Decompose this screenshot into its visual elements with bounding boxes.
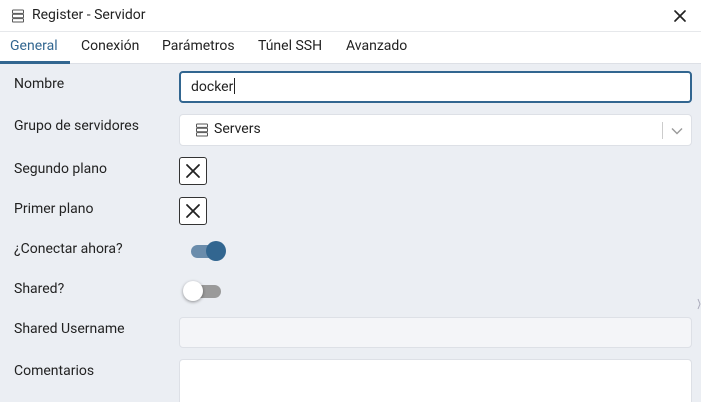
shared-toggle[interactable] xyxy=(183,279,226,303)
shared-username-label: Shared Username xyxy=(14,321,125,337)
shared-label: Shared? xyxy=(14,281,65,297)
toggle-knob xyxy=(183,281,203,301)
connect-now-label: ¿Conectar ahora? xyxy=(14,241,123,257)
tab-parametros[interactable]: Parámetros xyxy=(162,38,235,54)
name-input[interactable]: docker xyxy=(179,71,692,103)
connect-now-toggle[interactable] xyxy=(190,239,226,263)
tab-bar: General Conexión Parámetros Túnel SSH Av… xyxy=(0,32,701,64)
close-button[interactable] xyxy=(670,6,690,26)
chevron-down-icon[interactable] xyxy=(670,124,684,138)
general-form-panel: Nombre docker Grupo de servidores Server… xyxy=(0,64,701,402)
dialog-titlebar: Register - Servidor xyxy=(0,0,701,32)
background-color-picker[interactable] xyxy=(179,157,207,185)
server-group-label: Grupo de servidores xyxy=(14,118,139,134)
name-label: Nombre xyxy=(14,76,65,92)
text-caret xyxy=(234,78,236,94)
server-icon xyxy=(12,9,24,23)
clear-color-icon xyxy=(186,164,200,178)
select-separator xyxy=(662,122,663,139)
server-group-value: Servers xyxy=(214,121,261,137)
toggle-knob xyxy=(206,241,226,261)
close-icon xyxy=(674,10,686,22)
tab-conexion[interactable]: Conexión xyxy=(81,38,139,54)
shared-username-input[interactable] xyxy=(179,317,692,348)
dialog-title: Register - Servidor xyxy=(32,7,146,23)
clear-color-icon xyxy=(186,204,200,218)
background-label: Segundo plano xyxy=(14,161,107,177)
tab-avanzado[interactable]: Avanzado xyxy=(346,38,407,54)
resize-handle[interactable] xyxy=(697,296,701,312)
comments-textarea[interactable] xyxy=(179,359,692,402)
foreground-color-picker[interactable] xyxy=(179,197,207,225)
comments-label: Comentarios xyxy=(14,363,95,379)
server-group-icon xyxy=(196,123,208,137)
server-group-select[interactable]: Servers xyxy=(179,114,692,146)
foreground-label: Primer plano xyxy=(14,201,94,217)
tab-tunel-ssh[interactable]: Túnel SSH xyxy=(258,38,322,54)
name-input-value: docker xyxy=(191,79,234,95)
tab-general[interactable]: General xyxy=(10,38,58,54)
